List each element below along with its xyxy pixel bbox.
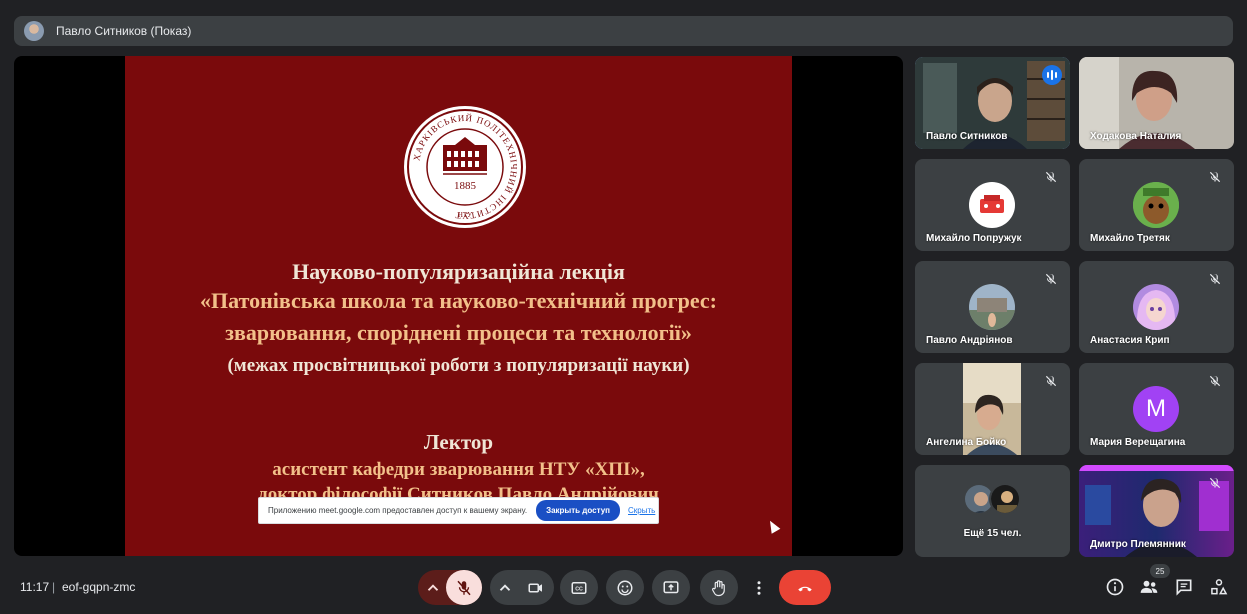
people-icon [1140, 580, 1158, 593]
meet-window: Павло Ситников (Показ) ХАРКІВСЬКИЙ ПОЛІТ… [0, 0, 1247, 614]
separator: | [52, 580, 56, 594]
participant-name: Павло Андріянов [926, 335, 1013, 346]
participant-name: Михайло Попружук [926, 233, 1022, 244]
emoji-icon [617, 580, 633, 595]
participant-tile[interactable]: Михайло Третяк [1079, 159, 1234, 251]
raise-hand-button[interactable] [700, 570, 738, 605]
chevron-up-icon [499, 583, 511, 591]
more-vert-icon [757, 580, 761, 595]
present-icon [663, 580, 679, 593]
participant-tile[interactable]: M Мария Верещагина [1079, 363, 1234, 455]
participant-tile[interactable]: Ангелина Бойко [915, 363, 1070, 455]
university-seal-logo: ХАРКІВСЬКИЙ ПОЛІТЕХНІЧНИЙ ІНСТИТУТ 1885 … [404, 106, 526, 228]
mic-off-icon [1209, 375, 1221, 387]
more-participants-tile[interactable]: Ещё 15 чел. [915, 465, 1070, 557]
end-call-button[interactable] [779, 570, 831, 605]
presenter-title: Павло Ситников (Показ) [56, 24, 192, 38]
mic-off-icon [1209, 477, 1221, 489]
svg-text:НТУ: НТУ [458, 211, 472, 219]
activities-icon [1211, 579, 1228, 595]
participant-tile[interactable]: Дмитро Племянник [1079, 465, 1234, 557]
slide-line-4: (межах просвітницької роботи з популяриз… [227, 355, 690, 376]
participant-tile[interactable]: Михайло Попружук [915, 159, 1070, 251]
camera-options-button[interactable] [490, 570, 520, 605]
participant-avatar [969, 182, 1015, 228]
slide-line-6: асистент кафедри зварювання НТУ «ХПІ», [272, 459, 645, 480]
presentation-stage: ХАРКІВСЬКИЙ ПОЛІТЕХНІЧНИЙ ІНСТИТУТ 1885 … [14, 56, 903, 556]
mic-options-button[interactable] [418, 570, 448, 605]
participant-tile[interactable]: Павло Андріянов [915, 261, 1070, 353]
bottom-bar: 11:17 | eof-gqpn-zmc CC 25 [0, 564, 1247, 608]
participant-tile[interactable]: Анастасия Крип [1079, 261, 1234, 353]
mic-control-group [418, 570, 482, 605]
presenter-bar[interactable]: Павло Ситников (Показ) [14, 16, 1233, 46]
participant-name: Мария Верещагина [1090, 437, 1186, 448]
mic-off-icon [1209, 273, 1221, 285]
present-screen-button[interactable] [652, 570, 690, 605]
camera-control-group [490, 570, 554, 605]
participant-avatar [989, 483, 1021, 515]
mic-off-icon [1045, 171, 1057, 183]
participant-tile[interactable]: Ходакова Наталия [1079, 57, 1234, 149]
participant-name: Дмитро Племянник [1090, 539, 1186, 550]
hang-up-icon [798, 586, 812, 591]
presenter-avatar [24, 21, 44, 41]
participant-name: Ангелина Бойко [926, 437, 1007, 448]
slide-line-3: зварювання, споріднені процеси та технол… [225, 320, 692, 345]
clock: 11:17 [20, 580, 50, 594]
activities-button[interactable] [1208, 576, 1230, 598]
mic-off-icon [1045, 273, 1057, 285]
slide-line-5: Лектор [423, 430, 494, 454]
participant-name: Павло Ситников [926, 131, 1008, 142]
mic-off-icon [1209, 171, 1221, 183]
stop-sharing-button[interactable]: Закрыть доступ [536, 500, 621, 521]
svg-text:CC: CC [575, 586, 583, 592]
hand-icon [712, 579, 725, 596]
people-button[interactable] [1138, 576, 1160, 598]
speaking-indicator-icon [1042, 65, 1062, 85]
chevron-up-icon [427, 583, 439, 591]
participant-avatar [969, 284, 1015, 330]
participant-name: Анастасия Крип [1090, 335, 1170, 346]
slide-line-2: «Патонівська школа та науково-технічний … [200, 288, 717, 313]
participant-avatar [1133, 284, 1179, 330]
chat-icon [1176, 579, 1192, 596]
info-icon [1106, 578, 1124, 596]
captions-icon: CC [571, 581, 587, 594]
participant-tile[interactable]: Павло Ситников [915, 57, 1070, 149]
mic-off-icon [457, 580, 471, 595]
slide: ХАРКІВСЬКИЙ ПОЛІТЕХНІЧНИЙ ІНСТИТУТ 1885 … [125, 56, 792, 556]
camera-toggle-button[interactable] [518, 570, 554, 605]
svg-text:1885: 1885 [454, 180, 477, 192]
screen-share-notice: Приложению meet.google.com предоставлен … [258, 497, 659, 524]
participant-avatar [1133, 182, 1179, 228]
slide-line-1: Науково-популяризаційна лекція [292, 259, 625, 284]
meeting-code: eof-gqpn-zmc [62, 580, 136, 594]
chat-button[interactable] [1173, 576, 1195, 598]
captions-button[interactable]: CC [560, 570, 598, 605]
mic-toggle-button[interactable] [446, 570, 482, 605]
share-notice-text: Приложению meet.google.com предоставлен … [268, 506, 528, 515]
reactions-button[interactable] [606, 570, 644, 605]
camera-icon [528, 583, 542, 592]
hide-notice-link[interactable]: Скрыть [628, 506, 655, 515]
more-participants-label: Ещё 15 чел. [963, 528, 1022, 539]
participant-name: Ходакова Наталия [1090, 131, 1182, 142]
mic-off-icon [1045, 375, 1057, 387]
meeting-details-button[interactable] [1104, 576, 1126, 598]
more-options-button[interactable] [746, 570, 772, 605]
participant-name: Михайло Третяк [1090, 233, 1170, 244]
participant-avatar: M [1133, 386, 1179, 432]
